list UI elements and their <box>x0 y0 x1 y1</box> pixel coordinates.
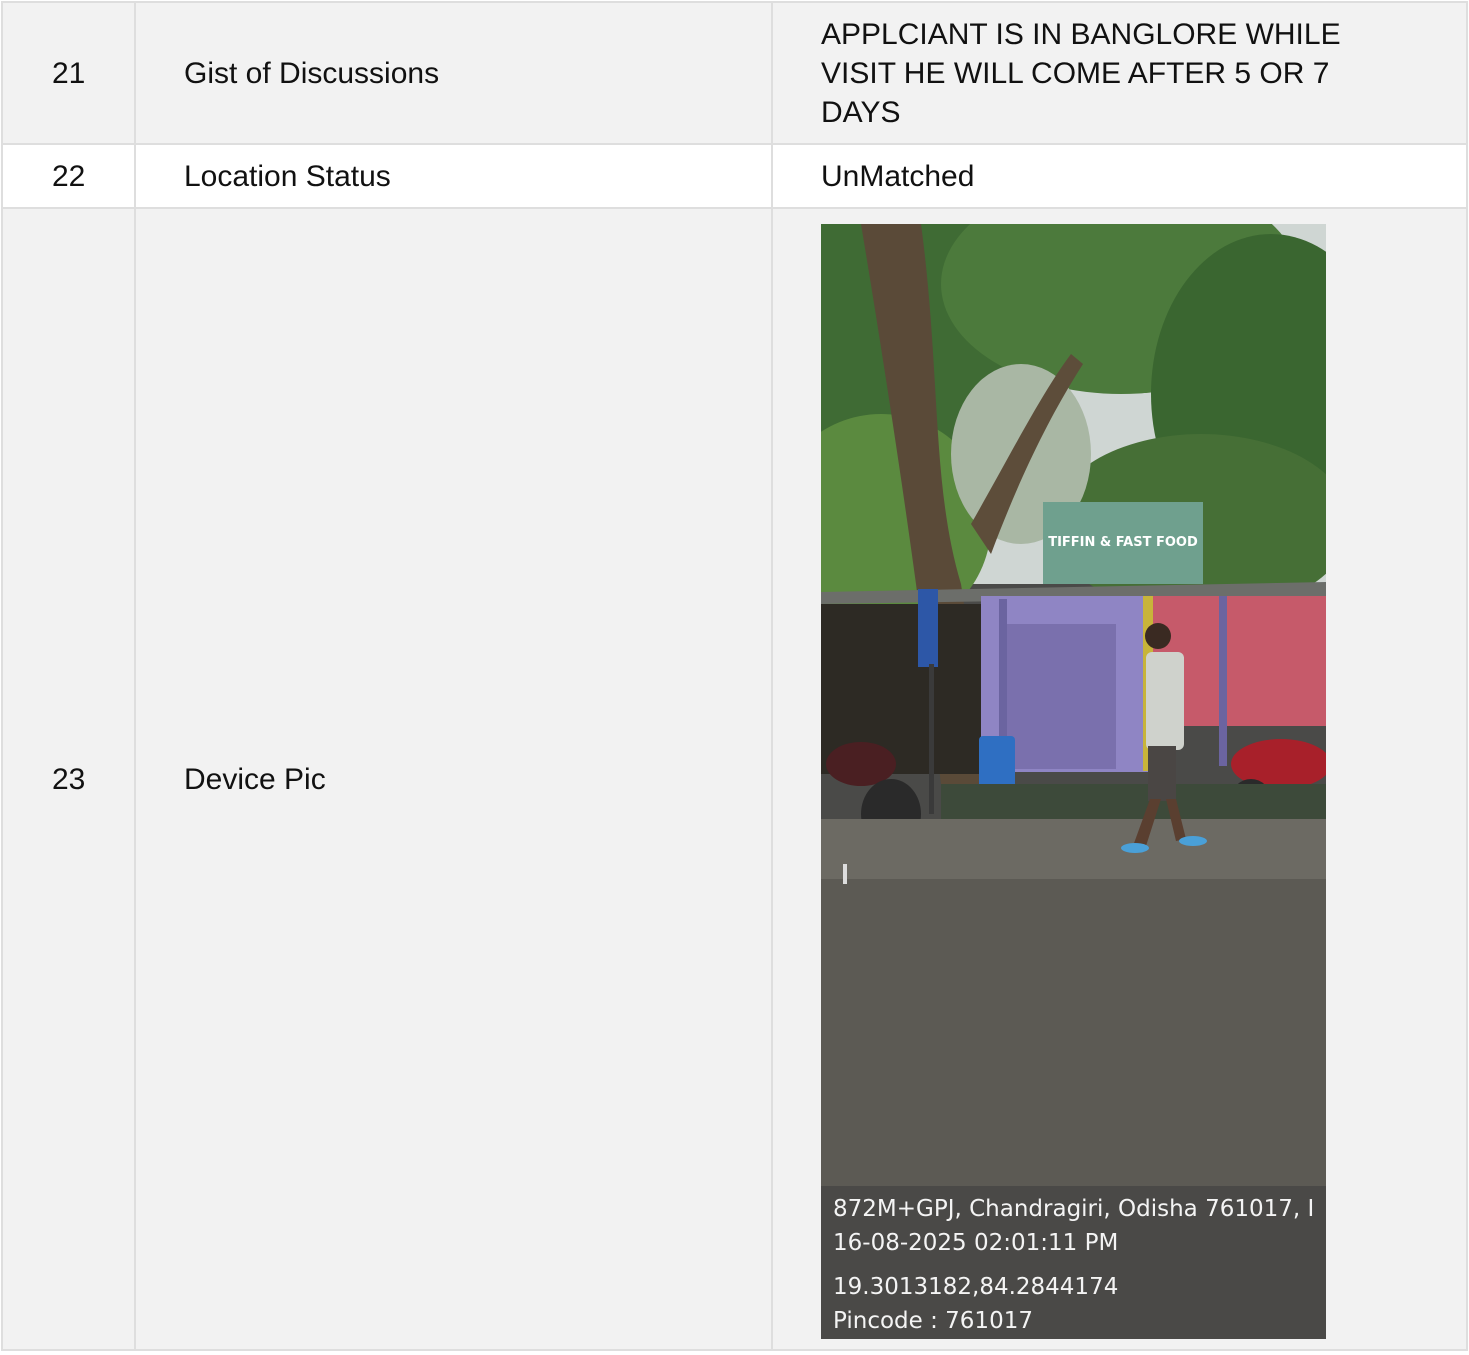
geotag-address: 872M+GPJ, Chandragiri, Odisha 761017, I <box>833 1196 1315 1222</box>
geotag-coordinates: 19.3013182,84.2844174 <box>833 1274 1119 1300</box>
table-row: 23 Device Pic TIFFIN & FAST FOOD 872M+GP… <box>1 207 1468 1351</box>
table-row: 22 Location Status UnMatched <box>1 143 1468 209</box>
row-number: 21 <box>1 1 136 145</box>
device-pic-cell: TIFFIN & FAST FOOD 872M+GPJ, Chandragiri… <box>771 207 1468 1351</box>
table-row: 21 Gist of Discussions APPLCIANT IS IN B… <box>1 1 1468 145</box>
device-photo: TIFFIN & FAST FOOD 872M+GPJ, Chandragiri… <box>821 224 1326 1339</box>
row-label: Gist of Discussions <box>134 1 773 145</box>
photo-geotag-overlay: 872M+GPJ, Chandragiri, Odisha 761017, I … <box>821 1186 1326 1339</box>
geotag-datetime: 16-08-2025 02:01:11 PM <box>833 1230 1119 1256</box>
row-label: Device Pic <box>134 207 773 1351</box>
street-scene-image: TIFFIN & FAST FOOD <box>821 224 1326 1339</box>
report-table: 21 Gist of Discussions APPLCIANT IS IN B… <box>1 1 1468 1351</box>
row-value: APPLCIANT IS IN BANGLORE WHILE VISIT HE … <box>771 1 1468 145</box>
shop-sign-text: TIFFIN & FAST FOOD <box>1048 535 1198 550</box>
row-number: 22 <box>1 143 136 209</box>
row-value: UnMatched <box>771 143 1468 209</box>
row-number: 23 <box>1 207 136 1351</box>
geotag-pincode: Pincode : 761017 <box>833 1308 1033 1334</box>
row-label: Location Status <box>134 143 773 209</box>
